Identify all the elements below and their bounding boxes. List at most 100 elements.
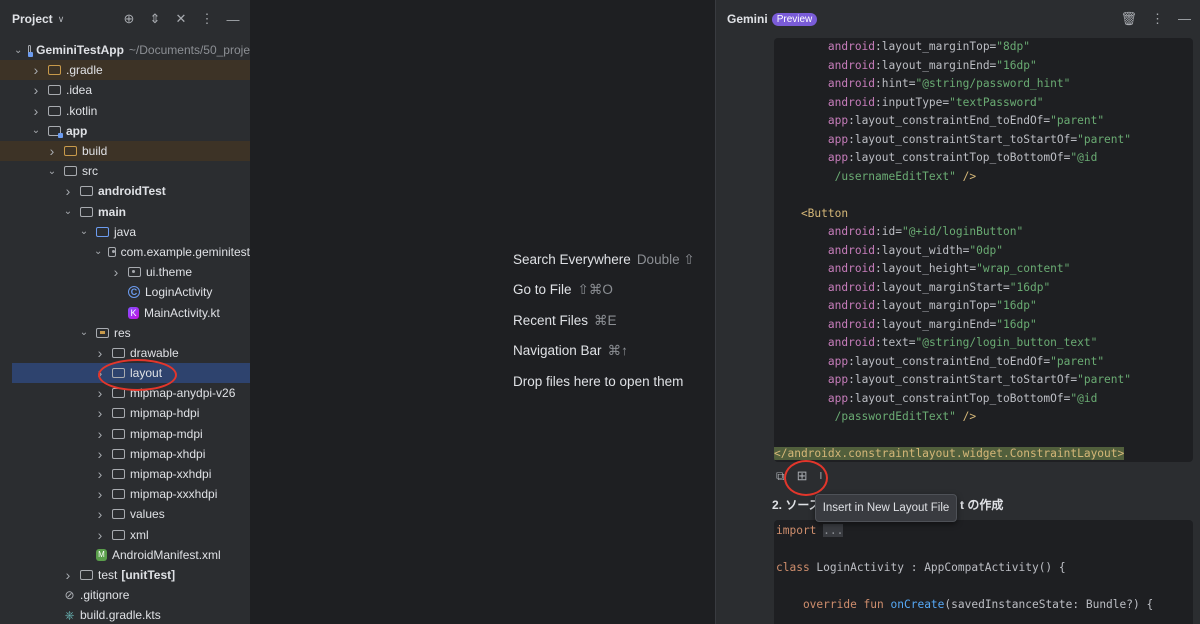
chevron-down-icon[interactable]: ∨	[58, 14, 65, 25]
hide-panel-icon[interactable]: —	[226, 12, 240, 27]
insert-at-cursor-icon[interactable]: I	[819, 471, 822, 482]
kotlin-code-block[interactable]: import ... class LoginActivity : AppComp…	[774, 520, 1193, 624]
code-token: android	[774, 58, 876, 72]
code-token: app	[774, 132, 849, 146]
tree-item[interactable]: › mipmap-hdpi	[0, 403, 250, 423]
chevron-right-icon[interactable]: ›	[30, 82, 42, 98]
tree-item[interactable]: ⌄ src	[0, 161, 250, 181]
tree-item[interactable]: ⊘ .gitignore	[0, 585, 250, 605]
folder-icon	[80, 206, 93, 217]
chevron-right-icon[interactable]: ›	[30, 62, 42, 78]
code-token: :layout_constraintStart_toStartOf=	[848, 373, 1078, 386]
code-actions: ⧉ ⊞ I	[776, 468, 822, 484]
code-line: app:layout_constraintTop_toBottomOf="@id	[774, 390, 1131, 409]
chevron-right-icon[interactable]: ›	[94, 365, 106, 381]
tree-item-label: .idea	[66, 83, 93, 98]
tree-item[interactable]: › .idea	[0, 80, 250, 100]
code-line: app:layout_constraintEnd_toEndOf="parent…	[774, 353, 1131, 372]
folder-icon	[112, 388, 125, 399]
tree-item[interactable]: › mipmap-xhdpi	[0, 444, 250, 464]
chevron-down-icon[interactable]: ⌄	[78, 327, 90, 338]
tree-item[interactable]: › build	[0, 140, 250, 162]
section-heading: 2. ソース t の作成	[772, 496, 1003, 513]
more-options-icon[interactable]: ⋮	[200, 11, 214, 27]
tree-item[interactable]: ⌄ java	[0, 222, 250, 242]
code-token: :layout_marginTop=	[875, 299, 997, 312]
xml-code-block[interactable]: android:layout_marginTop="8dp" android:l…	[774, 38, 1193, 462]
code-line: android:layout_marginEnd="16dp"	[774, 57, 1131, 76]
chevron-down-icon[interactable]: ⌄	[62, 206, 74, 217]
tree-item[interactable]: › values	[0, 504, 250, 524]
chevron-right-icon[interactable]: ›	[46, 143, 58, 159]
tree-item-label: mipmap-hdpi	[130, 406, 200, 421]
collapse-all-icon[interactable]: ✕	[174, 11, 188, 27]
tree-item[interactable]: › .kotlin	[0, 101, 250, 121]
tree-item[interactable]: › mipmap-anydpi-v26	[0, 383, 250, 403]
chevron-right-icon[interactable]: ›	[110, 264, 122, 280]
tree-item[interactable]: › androidTest	[0, 181, 250, 201]
tree-item[interactable]: › mipmap-mdpi	[0, 424, 250, 444]
tree-item[interactable]: ⌄ com.example.geminitest	[0, 242, 250, 262]
chevron-down-icon[interactable]: ⌄	[78, 226, 90, 237]
tree-item[interactable]: › ui.theme	[0, 262, 250, 282]
chevron-right-icon[interactable]: ›	[94, 345, 106, 361]
code-line: </androidx.constraintlayout.widget.Const…	[774, 445, 1131, 462]
chevron-right-icon[interactable]: ›	[62, 567, 74, 583]
locate-icon[interactable]: ⊕	[122, 11, 136, 27]
chevron-down-icon[interactable]: ⌄	[94, 246, 102, 257]
insert-new-file-icon[interactable]: ⊞	[797, 468, 808, 484]
code-line: /usernameEditText" />	[774, 168, 1131, 187]
chevron-down-icon[interactable]: ⌄	[14, 45, 22, 56]
code-token: override fun	[776, 598, 891, 611]
copy-icon[interactable]: ⧉	[776, 469, 785, 484]
tree-item-label: layout	[130, 366, 163, 381]
chevron-right-icon[interactable]: ›	[94, 486, 106, 502]
chevron-down-icon[interactable]: ⌄	[30, 125, 42, 136]
tree-item[interactable]: › mipmap-xxxhdpi	[0, 484, 250, 504]
tree-item[interactable]: ⌄ GeminiTestApp ~/Documents/50_proje	[0, 40, 250, 60]
chevron-right-icon[interactable]: ›	[94, 446, 106, 462]
tree-item[interactable]: C LoginActivity	[0, 282, 250, 302]
chevron-right-icon[interactable]: ›	[94, 385, 106, 401]
tree-item[interactable]: › layout	[12, 363, 250, 384]
trash-icon[interactable]: 🗑	[1120, 11, 1137, 27]
tree-item[interactable]: ⌄ app	[0, 121, 250, 141]
tree-item[interactable]: ⌄ res	[0, 323, 250, 343]
expand-all-icon[interactable]: ⇕	[148, 11, 162, 27]
kotlin-file-icon: K	[128, 306, 139, 319]
chevron-right-icon[interactable]: ›	[62, 183, 74, 199]
hide-panel-icon[interactable]: —	[1178, 11, 1191, 27]
code-token: LoginActivity : AppCompatActivity() {	[816, 561, 1066, 574]
chevron-right-icon[interactable]: ›	[94, 527, 106, 543]
editor-hint: Navigation Bar ⌘↑	[513, 341, 695, 371]
chevron-right-icon[interactable]: ›	[94, 426, 106, 442]
code-token: "textPassword"	[949, 95, 1044, 109]
tree-item[interactable]: M AndroidManifest.xml	[0, 545, 250, 565]
tree-item[interactable]: K MainActivity.kt	[0, 302, 250, 322]
code-line: app:layout_constraintTop_toBottomOf="@id	[774, 149, 1131, 168]
tree-item-label: com.example.geminitest	[120, 244, 250, 259]
tree-item[interactable]: › drawable	[0, 343, 250, 363]
code-token: :layout_marginStart=	[875, 280, 1010, 294]
code-line: <Button	[774, 205, 1131, 224]
code-token: app	[774, 391, 849, 405]
tree-item[interactable]: › xml	[0, 525, 250, 545]
tree-item[interactable]: ⎈ build.gradle.kts	[0, 605, 250, 624]
tree-item-label: res	[114, 325, 131, 340]
chevron-right-icon[interactable]: ›	[94, 466, 106, 482]
chevron-down-icon[interactable]: ⌄	[46, 166, 58, 177]
chevron-right-icon[interactable]: ›	[94, 506, 106, 522]
tree-item-label: java	[114, 224, 137, 239]
tree-item[interactable]: › test [unitTest]	[0, 565, 250, 585]
code-token: "16dp"	[1009, 280, 1051, 294]
chevron-right-icon[interactable]: ›	[94, 405, 106, 421]
tree-item[interactable]: › .gradle	[0, 60, 250, 81]
tree-item[interactable]: › mipmap-xxhdpi	[0, 464, 250, 484]
chevron-right-icon[interactable]: ›	[30, 103, 42, 119]
tree-item[interactable]: ⌄ main	[0, 202, 250, 222]
more-options-icon[interactable]: ⋮	[1151, 11, 1164, 27]
tree-item-label: ui.theme	[146, 265, 193, 280]
editor-hint: Search Everywhere Double ⇧	[513, 250, 695, 280]
project-panel-title[interactable]: Project	[12, 12, 53, 26]
